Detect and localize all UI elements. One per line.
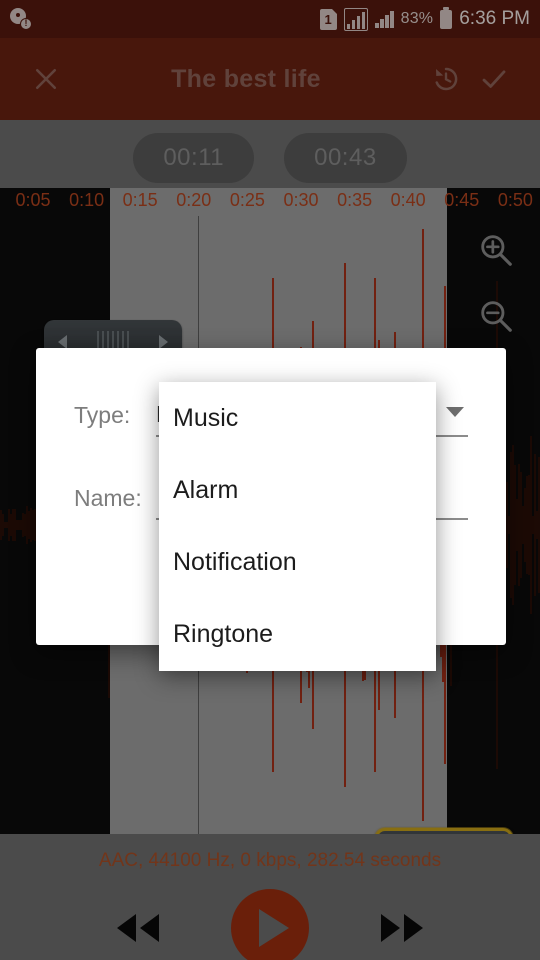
dropdown-option-notification[interactable]: Notification [159, 526, 436, 598]
type-label: Type: [74, 401, 131, 428]
app-screen: ! 1 83% 6:36 PM The best life 00:11 00:4… [0, 0, 540, 960]
type-dropdown-popup[interactable]: Music Alarm Notification Ringtone [159, 382, 436, 671]
chevron-down-icon [446, 407, 464, 417]
dropdown-option-alarm[interactable]: Alarm [159, 454, 436, 526]
dropdown-option-ringtone[interactable]: Ringtone [159, 598, 436, 670]
dropdown-option-music[interactable]: Music [159, 382, 436, 454]
name-label: Name: [74, 484, 142, 511]
